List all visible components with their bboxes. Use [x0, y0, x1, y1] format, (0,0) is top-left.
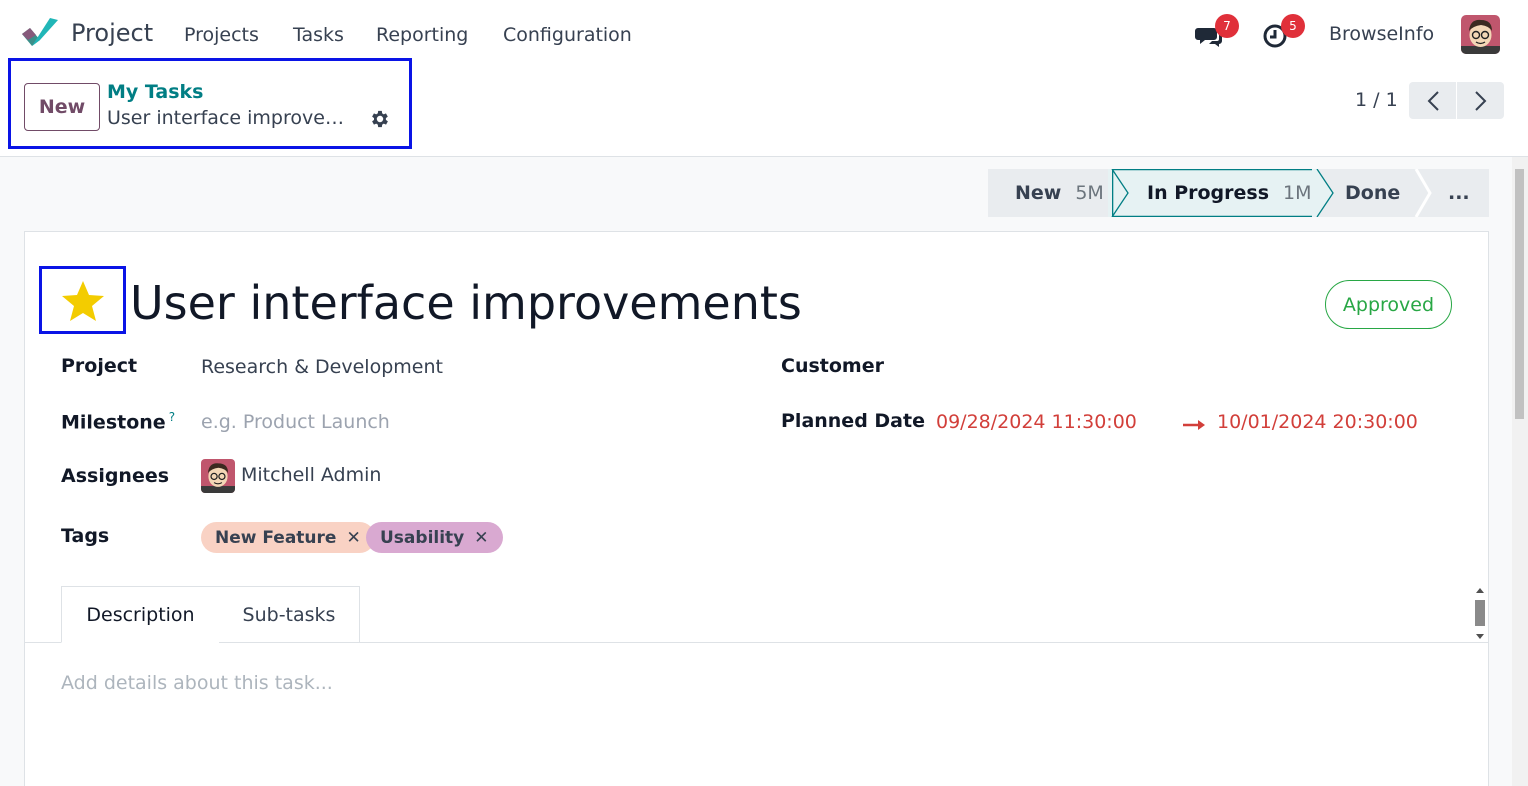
chevron-left-icon: [1427, 90, 1439, 111]
breadcrumb-my-tasks[interactable]: My Tasks: [107, 81, 204, 103]
project-field[interactable]: Research & Development: [201, 356, 443, 378]
milestone-label-text: Milestone: [61, 411, 166, 434]
milestone-field[interactable]: e.g. Product Launch: [201, 411, 390, 433]
tabs-scrollbar[interactable]: [1474, 588, 1486, 640]
assignee-name[interactable]: Mitchell Admin: [241, 464, 381, 486]
stage-new[interactable]: New 5M: [988, 169, 1112, 217]
user-avatar[interactable]: [1461, 15, 1500, 54]
chevron-right-icon: [1474, 90, 1486, 111]
task-title[interactable]: User interface improvements: [130, 276, 802, 330]
stage-new-label: New: [1015, 182, 1062, 204]
state-approved-badge[interactable]: Approved: [1325, 280, 1452, 329]
milestone-help-icon[interactable]: ?: [169, 410, 175, 424]
remove-tag-icon[interactable]: ✕: [474, 528, 488, 548]
tab-description[interactable]: Description: [61, 586, 220, 643]
arrow-right-icon: [1183, 420, 1205, 430]
pager-value[interactable]: 1 / 1: [1355, 89, 1398, 111]
tag-new-feature[interactable]: New Feature ✕: [201, 522, 375, 553]
gear-icon[interactable]: [369, 108, 391, 130]
tag-usability-label: Usability: [380, 527, 465, 548]
stage-chevron-3-icon: [1410, 169, 1432, 217]
milestone-label: Milestone?: [61, 410, 175, 433]
priority-star-icon[interactable]: [60, 279, 106, 323]
description-editor[interactable]: Add details about this task...: [61, 672, 333, 694]
main-scrollbar-thumb[interactable]: [1515, 169, 1524, 419]
user-avatar-icon: [1461, 15, 1500, 54]
stage-done-label: Done: [1345, 182, 1401, 204]
tag-new-feature-label: New Feature: [215, 527, 337, 548]
tag-usability[interactable]: Usability ✕: [366, 522, 503, 553]
stage-statusbar: New 5M In Progress 1M Done ...: [988, 169, 1489, 217]
tab-sub-tasks[interactable]: Sub-tasks: [219, 586, 360, 643]
app-name[interactable]: Project: [71, 19, 153, 47]
activities-count-badge: 5: [1281, 14, 1305, 38]
stage-current-outline: [1112, 169, 1317, 217]
project-label: Project: [61, 355, 138, 377]
planned-date-start[interactable]: 09/28/2024 11:30:00: [936, 411, 1137, 433]
stage-new-count: 5M: [1075, 182, 1104, 204]
control-panel: New My Tasks User interface improvements…: [0, 58, 1528, 157]
planned-date-end[interactable]: 10/01/2024 20:30:00: [1217, 411, 1418, 433]
assignee-avatar: [201, 459, 235, 493]
pager-previous-button[interactable]: [1409, 82, 1456, 119]
new-record-button[interactable]: New: [24, 83, 100, 131]
stage-chevron-2-icon: [1312, 169, 1334, 217]
messages-count-badge: 7: [1215, 14, 1239, 38]
company-switcher[interactable]: BrowseInfo: [1329, 23, 1434, 45]
project-app-logo-icon[interactable]: [22, 18, 58, 50]
stage-more-label: ...: [1448, 182, 1470, 204]
main-scrollbar[interactable]: [1512, 157, 1528, 786]
assignees-label: Assignees: [61, 465, 170, 487]
nav-tasks[interactable]: Tasks: [293, 24, 344, 46]
assignee-avatar-icon: [201, 459, 235, 493]
remove-tag-icon[interactable]: ✕: [346, 528, 360, 548]
pager-next-button[interactable]: [1457, 82, 1504, 119]
breadcrumb-current-task: User interface improvements: [107, 107, 362, 129]
customer-label: Customer: [781, 355, 884, 377]
planned-date-label: Planned Date: [781, 410, 925, 432]
nav-projects[interactable]: Projects: [184, 24, 259, 46]
nav-configuration[interactable]: Configuration: [503, 24, 632, 46]
tags-label: Tags: [61, 525, 110, 547]
nav-reporting[interactable]: Reporting: [376, 24, 468, 46]
